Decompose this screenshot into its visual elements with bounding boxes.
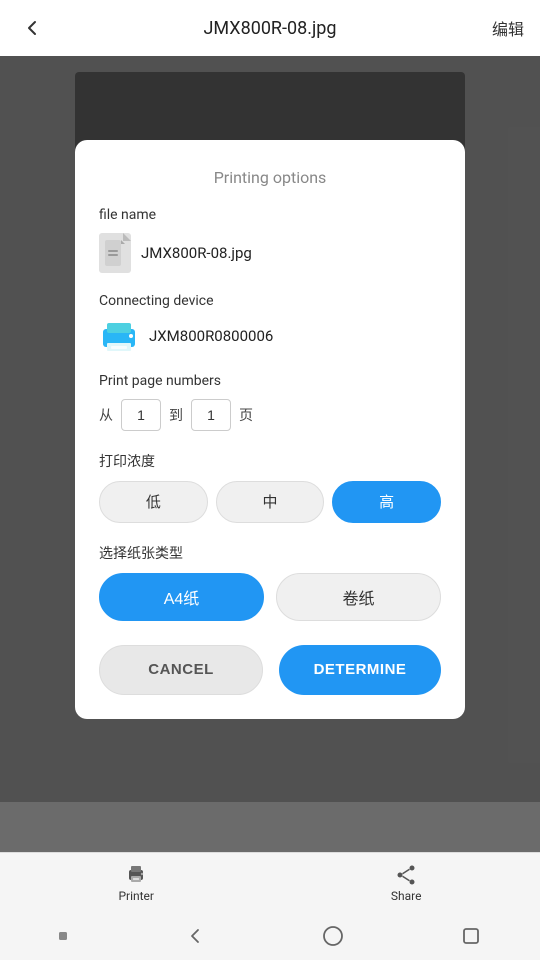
device-row: JXM800R0800006 [99, 319, 441, 353]
dialog-actions: CANCEL DETERMINE [99, 645, 441, 695]
nav-back-button[interactable] [183, 924, 207, 948]
printer-toolbar-item[interactable]: Printer [118, 863, 154, 903]
paper-a4-button[interactable]: A4纸 [99, 573, 264, 621]
density-section: 打印浓度 低 中 高 [99, 451, 441, 523]
to-label: 到 [169, 405, 183, 425]
dialog-title: Printing options [99, 168, 441, 187]
to-page-input[interactable] [191, 399, 231, 431]
printer-device-icon [99, 319, 139, 353]
device-name-text: JXM800R0800006 [149, 327, 273, 345]
device-section-label: Connecting device [99, 293, 441, 309]
paper-buttons: A4纸 卷纸 [99, 573, 441, 621]
dialog-overlay: Printing options file name JMX800R-08.jp… [0, 56, 540, 802]
file-section-label: file name [99, 207, 441, 223]
file-name-text: JMX800R-08.jpg [141, 244, 252, 262]
back-button[interactable] [16, 12, 48, 44]
from-label: 从 [99, 405, 113, 425]
density-low-button[interactable]: 低 [99, 481, 208, 523]
bottom-toolbar: Printer Share [0, 852, 540, 912]
top-bar: JMX800R-08.jpg 编辑 [0, 0, 540, 56]
determine-button[interactable]: DETERMINE [279, 645, 441, 695]
page-numbers-section: Print page numbers 从 到 页 [99, 373, 441, 431]
density-mid-button[interactable]: 中 [216, 481, 325, 523]
share-toolbar-item[interactable]: Share [391, 863, 422, 903]
printer-toolbar-label: Printer [118, 889, 154, 903]
density-buttons: 低 中 高 [99, 481, 441, 523]
file-row: JMX800R-08.jpg [99, 233, 441, 273]
density-high-button[interactable]: 高 [332, 481, 441, 523]
page-numbers-label: Print page numbers [99, 373, 441, 389]
print-options-dialog: Printing options file name JMX800R-08.jp… [75, 140, 465, 719]
nav-indicator-button[interactable] [57, 930, 69, 942]
paper-roll-button[interactable]: 卷纸 [276, 573, 441, 621]
nav-recent-button[interactable] [459, 924, 483, 948]
nav-home-button[interactable] [321, 924, 345, 948]
file-icon [99, 233, 131, 273]
paper-section: 选择纸张类型 A4纸 卷纸 [99, 543, 441, 621]
density-label: 打印浓度 [99, 451, 441, 471]
cancel-button[interactable]: CANCEL [99, 645, 263, 695]
paper-label: 选择纸张类型 [99, 543, 441, 563]
nav-bar [0, 912, 540, 960]
from-page-input[interactable] [121, 399, 161, 431]
edit-button[interactable]: 编辑 [492, 16, 524, 40]
page-suffix: 页 [239, 405, 253, 425]
page-title: JMX800R-08.jpg [204, 18, 337, 39]
page-range-row: 从 到 页 [99, 399, 441, 431]
share-toolbar-label: Share [391, 889, 422, 903]
